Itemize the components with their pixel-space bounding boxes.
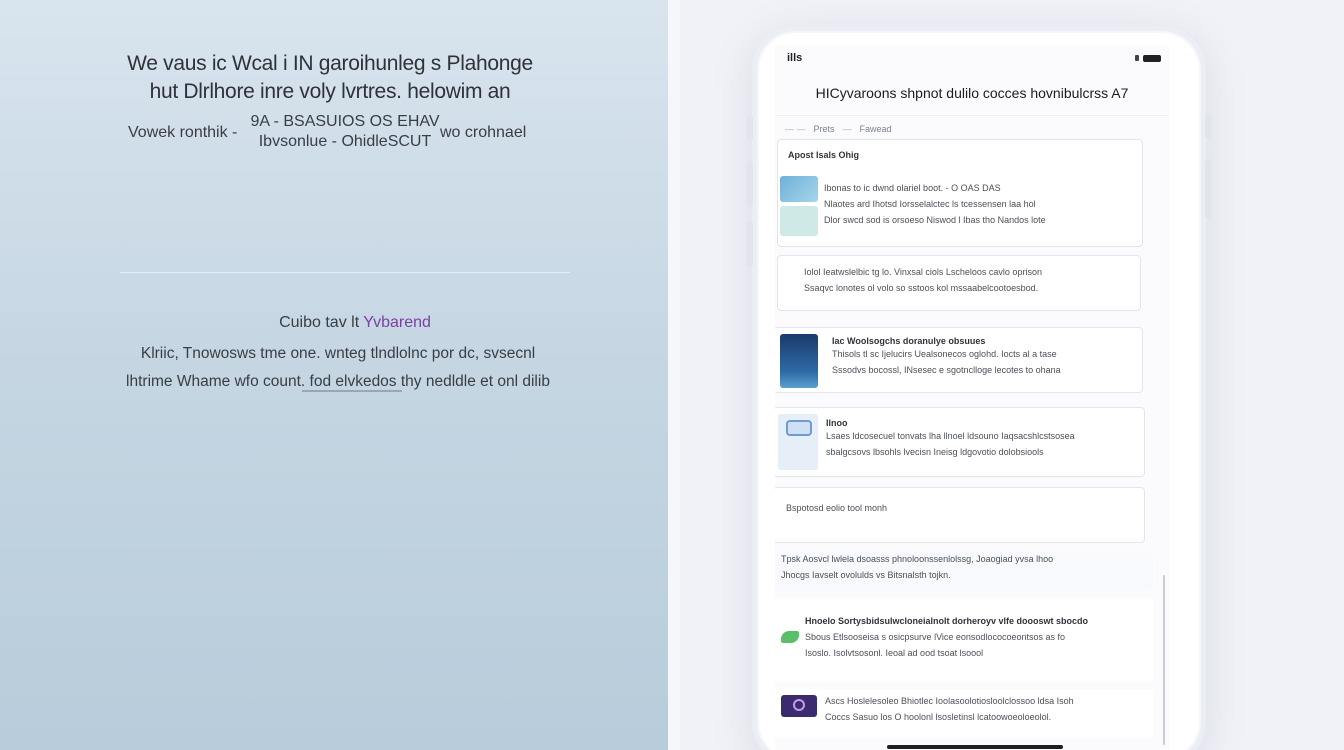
card-line: Sbous Etlsooseisa s osicpsurve lVice eon…	[805, 632, 1065, 642]
feed-card[interactable]: Bspotosd eolio tool monh	[775, 487, 1145, 543]
breadcrumb-separator: — —	[785, 124, 806, 134]
card-text: Ilnoo Lsaes ldcosecuel tonvats lha llnoe…	[826, 418, 1075, 460]
video-thumbnail-icon	[780, 334, 818, 388]
ai-avatar-icon	[781, 695, 817, 717]
subtitle-accent[interactable]: Yvbarend	[363, 314, 431, 331]
app-title: HICyvaroons shpnot dulilo cocces hovnibu…	[775, 71, 1169, 116]
meta-right-text: wo crohnael	[440, 124, 527, 141]
home-indicator[interactable]	[887, 745, 1063, 749]
hero-body-line-1: Klriic, Tnowosws tme one. wnteg tlndloln…	[140, 345, 536, 362]
photo-thumbnail-icon	[780, 176, 818, 202]
feed-card[interactable]: Ilnoo Lsaes ldcosecuel tonvats lha llnoe…	[775, 407, 1145, 477]
panel-gutter	[668, 0, 680, 750]
card-line: sbalgcsovs lbsohls lvecisn Ineisg ldgovo…	[826, 447, 1044, 457]
breadcrumb: — — Prets — Fawead	[775, 116, 1169, 140]
card-title: Hnoelo Sortysbidsulwcloneialnolt dorhero…	[805, 616, 1089, 626]
green-leaf-icon	[781, 631, 799, 643]
signal-icon	[1135, 55, 1139, 61]
card-title: Iac Woolsogchs doranulye obsuues	[832, 336, 986, 346]
scrollbar[interactable]	[1163, 575, 1165, 745]
phone-mute-switch	[747, 115, 753, 141]
card-line: Sssodvs bocossl, INsesec e sgotnclloge l…	[832, 365, 1061, 375]
feed-card[interactable]: Iolol Ieatwslelbic tg lo. Vinxsal ciols …	[777, 255, 1141, 311]
card-line: Iolol Ieatwslelbic tg lo. Vinxsal ciols …	[804, 267, 1042, 277]
card-text: Tpsk Aosvcl lwlela dsoasss phnoloonssenl…	[781, 551, 1053, 583]
card-line: Lsaes ldcosecuel tonvats lha llnoel ldso…	[826, 431, 1075, 441]
card-title: Bspotosd eolio tool monh	[786, 503, 888, 513]
photo-thumbnail-icon	[780, 206, 818, 236]
hero-headline: We vaus ic Wcal i IN garoihunleg s Plaho…	[0, 50, 660, 106]
hero-body: Klriic, Tnowosws tme one. wnteg tlndloln…	[108, 340, 568, 396]
breadcrumb-item-2[interactable]: Fawead	[860, 124, 892, 134]
text-underline	[302, 390, 402, 392]
feed-card[interactable]: Hnoelo Sortysbidsulwcloneialnolt dorhero…	[775, 599, 1153, 681]
card-text: Ascs Hoslelesoleo Bhiotlec Ioolasoolotio…	[825, 693, 1074, 725]
card-line: Dlor swcd sod is orsoeso Niswod l Ibas t…	[824, 215, 1046, 225]
hero-divider	[120, 272, 570, 273]
meta-center-line-2: Ibvsonlue - OhidleSCUT	[258, 133, 432, 150]
battery-icon	[1143, 54, 1161, 62]
feed-card[interactable]: Apost lsals Ohig Ibonas to ic dwnd olari…	[777, 139, 1143, 247]
hero-meta: Vowek ronthik - 9A - BSASUIOS OS EHAV Ib…	[0, 110, 660, 160]
breadcrumb-item-1[interactable]: Prets	[814, 124, 835, 134]
headline-line-1: We vaus ic Wcal i IN garoihunleg s Plaho…	[127, 52, 533, 75]
card-text: Iolol Ieatwslelbic tg lo. Vinxsal ciols …	[804, 264, 1042, 296]
hero-panel: We vaus ic Wcal i IN garoihunleg s Plaho…	[0, 0, 668, 750]
subtitle-prefix: Cuibo tav lt	[279, 314, 360, 331]
section-label: Apost lsals Ohig	[788, 150, 860, 160]
feed-card[interactable]: Iac Woolsogchs doranulye obsuues Thisols…	[775, 327, 1143, 393]
breadcrumb-separator: —	[842, 124, 852, 134]
meta-center-line-1: 9A - BSASUIOS OS EHAV	[250, 113, 440, 130]
card-text: Hnoelo Sortysbidsulwcloneialnolt dorhero…	[805, 613, 1088, 661]
card-title: Ascs Hoslelesoleo Bhiotlec Ioolasoolotio…	[825, 696, 1074, 706]
hero-subtitle: Cuibo tav lt Yvbarend	[0, 314, 710, 332]
card-title: Ilnoo	[826, 418, 848, 428]
phone-volume-down	[747, 221, 753, 267]
status-bar: ills	[775, 45, 1169, 71]
card-line: Ibonas to ic dwnd olariel boot. - O OAS …	[824, 183, 1001, 193]
card-line: Jhocgs Iavselt ovolulds vs Bitsnalsth to…	[781, 570, 951, 580]
card-line: Coccs Sasuo los O hoolonl lsosletinsl lc…	[825, 712, 1052, 722]
phone-side-button-1	[1205, 115, 1211, 139]
card-line: Tpsk Aosvcl lwlela dsoasss phnoloonssenl…	[781, 554, 1054, 564]
feed-card[interactable]: Tpsk Aosvcl lwlela dsoasss phnoloonssenl…	[775, 551, 1153, 591]
card-line: Ssaqvc lonotes ol volo so sstoos kol mss…	[804, 283, 1039, 293]
phone-screen: ills HICyvaroons shpnot dulilo cocces ho…	[775, 45, 1169, 750]
card-text: Ibonas to ic dwnd olariel boot. - O OAS …	[824, 180, 1046, 228]
phone-power-button	[1205, 159, 1211, 219]
meta-center: 9A - BSASUIOS OS EHAV Ibvsonlue - Ohidle…	[250, 112, 440, 152]
card-line: Nlaotes ard Ihotsd Iorsselalctec ls tces…	[824, 199, 1036, 209]
status-time: ills	[787, 52, 803, 64]
phone-mockup: ills HICyvaroons shpnot dulilo cocces ho…	[747, 26, 1211, 750]
phone-volume-up	[747, 161, 753, 207]
status-icons	[1135, 54, 1161, 62]
headline-line-2: hut Dlrlhore inre voly lvrtres. helowim …	[149, 80, 511, 103]
meta-left-text: Vowek ronthik -	[128, 124, 238, 141]
ios-gallery-icon	[778, 414, 818, 470]
card-text: Iac Woolsogchs doranulye obsuues Thisols…	[832, 336, 1061, 378]
card-line: Thisols tl sc Ijelucirs Uealsonecos oglo…	[832, 349, 1057, 359]
feed-card[interactable]: Ascs Hoslelesoleo Bhiotlec Ioolasoolotio…	[775, 689, 1153, 737]
card-line: Isoslo. Isolvtsosonl. Ieoal ad ood tsoat…	[805, 648, 984, 658]
